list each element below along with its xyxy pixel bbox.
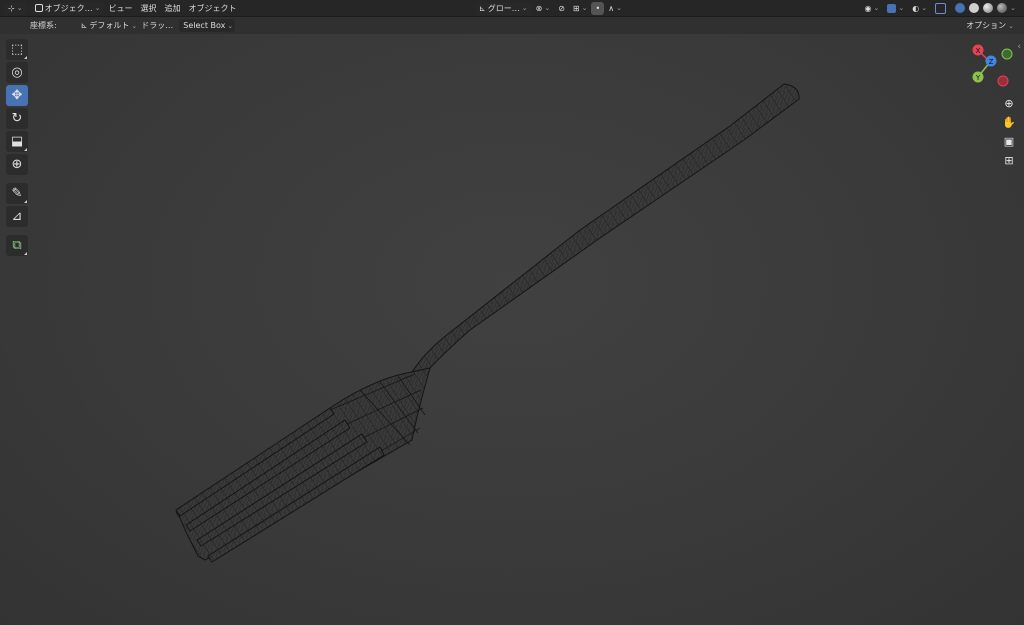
cursor-tool[interactable]: ◎	[6, 62, 28, 83]
select-cursor-icon: ⬚	[10, 42, 24, 57]
move-icon: ✥	[11, 88, 23, 103]
menu-select-label: 選択	[140, 3, 157, 13]
perspective-button[interactable]: ⊞	[1001, 152, 1017, 168]
grid-icon: ⊞	[1004, 153, 1014, 167]
scale-tool[interactable]: ⬓	[6, 131, 28, 152]
menu-select[interactable]: 選択	[136, 2, 160, 15]
pivot-icon: ⊗	[535, 3, 543, 13]
shading-buttons[interactable]: ⌄	[950, 2, 1020, 15]
hand-icon: ✋	[1002, 115, 1016, 129]
toolbar: ⬚ ◎ ✥ ↻ ⬓ ⊕ ✎ ⊿ ⧉	[6, 39, 30, 256]
coord-system-select[interactable]: ⊾ デフォルト ⌄	[77, 19, 142, 32]
drag-label: ドラッ…	[141, 21, 174, 30]
chevron-left-icon[interactable]: ‹	[1017, 42, 1021, 52]
editor-type-button[interactable]: ⊹ ⌄	[4, 1, 27, 15]
measure-tool[interactable]: ⊿	[6, 206, 28, 227]
chevron-down-icon: ⌄	[898, 4, 905, 12]
chevron-down-icon: ⌄	[94, 4, 101, 12]
options-label: オプション	[966, 21, 1007, 30]
add-cube-tool[interactable]: ⧉	[6, 235, 28, 256]
mode-label: オブジェク…	[44, 3, 93, 13]
rendered-shading-icon[interactable]	[997, 3, 1008, 13]
chevron-down-icon: ⌄	[1010, 4, 1016, 12]
chevron-down-icon: ⌄	[227, 21, 234, 30]
pivot-point-button[interactable]: ⊗ ⌄	[532, 2, 555, 15]
viewport-header: ⊹ ⌄ オブジェク… ⌄ ビュー 選択 追加 オブジェクト ⊾ グロー… ⌄ ⊗ ⌄…	[0, 0, 1024, 17]
proportional-edit-icon: •	[595, 3, 601, 13]
menu-add[interactable]: 追加	[160, 2, 184, 15]
chevron-down-icon: ⌄	[873, 4, 880, 12]
select-box-tool[interactable]: ⬚	[6, 39, 28, 60]
pan-button[interactable]: ✋	[1001, 114, 1017, 130]
gizmo-toggle[interactable]: ⌄	[883, 2, 908, 15]
chevron-down-icon: ⌄	[544, 4, 551, 12]
menu-object-label: オブジェクト	[188, 3, 237, 13]
camera-button[interactable]: ▣	[1001, 133, 1017, 149]
axis-neg-y-icon	[1001, 48, 1013, 60]
eye-icon: ◉	[864, 3, 872, 13]
solid-shading-icon[interactable]	[969, 3, 980, 13]
chevron-down-icon: ⌄	[16, 4, 23, 12]
transform-label: グロー…	[487, 3, 520, 13]
magnet-icon: ⊘	[558, 3, 565, 13]
orientation-icon: ⊾	[479, 3, 486, 13]
wireframe-shading-icon[interactable]	[955, 3, 966, 13]
rotate-icon: ↻	[11, 111, 23, 126]
proportional-edit-toggle[interactable]: •	[591, 1, 605, 15]
scale-icon: ⬓	[10, 134, 24, 149]
zoom-button[interactable]: ⊕	[1001, 95, 1017, 111]
orientation-icon: ⊾	[80, 21, 88, 30]
menu-view-label: ビュー	[108, 3, 133, 13]
pencil-icon: ✎	[11, 186, 23, 201]
chevron-down-icon: ⌄	[131, 21, 138, 30]
annotate-tool[interactable]: ✎	[6, 183, 28, 204]
snap-grid-icon: ⊞	[572, 3, 580, 13]
visibility-button[interactable]: ◉ ⌄	[861, 2, 884, 15]
fork-mesh[interactable]	[0, 0, 1024, 625]
tool-settings-header: 座標系: ⊾ デフォルト ⌄ ドラッ… Select Box ⌄ オプション ⌄	[0, 17, 1024, 34]
axis-x-label: X	[976, 47, 981, 55]
rotate-tool[interactable]: ↻	[6, 108, 28, 129]
coord-system-label: 座標系:	[30, 21, 57, 30]
transform-icon: ⊕	[11, 157, 23, 172]
menu-object[interactable]: オブジェクト	[184, 2, 240, 15]
navigation-gizmo[interactable]: X Y Z	[964, 40, 1014, 90]
mode-select[interactable]: オブジェク… ⌄	[30, 1, 105, 15]
falloff-icon: ∧	[608, 3, 615, 13]
menu-view[interactable]: ビュー	[104, 2, 136, 15]
editor-type-icon: ⊹	[8, 3, 15, 13]
ruler-icon: ⊿	[11, 209, 23, 224]
options-button[interactable]: オプション ⌄	[962, 19, 1018, 32]
drag-select[interactable]: Select Box ⌄	[179, 19, 236, 32]
transform-tool[interactable]: ⊕	[6, 154, 28, 175]
xray-icon	[935, 2, 947, 14]
axis-z-label: Z	[989, 58, 994, 66]
chevron-down-icon: ⌄	[581, 4, 588, 12]
axis-y-label: Y	[975, 74, 981, 82]
snap-target-button[interactable]: ⊞ ⌄	[569, 2, 592, 15]
move-tool[interactable]: ✥	[6, 85, 28, 106]
chevron-down-icon: ⌄	[616, 4, 622, 12]
overlays-icon: ◐	[912, 3, 920, 13]
navigation-buttons: ⊕ ✋ ▣ ⊞	[1000, 95, 1018, 168]
add-cube-icon: ⧉	[12, 238, 22, 253]
snap-toggle[interactable]: ⊘	[554, 2, 569, 15]
axis-neg-x-icon	[997, 75, 1009, 87]
falloff-button[interactable]: ∧ ⌄	[604, 2, 626, 15]
gizmo-icon	[887, 3, 897, 13]
chevron-down-icon: ⌄	[1008, 21, 1014, 30]
chevron-down-icon: ⌄	[521, 4, 528, 12]
camera-icon: ▣	[1003, 134, 1015, 148]
cursor-icon: ◎	[11, 65, 23, 80]
overlays-toggle[interactable]: ◐ ⌄	[908, 2, 931, 15]
xray-toggle[interactable]	[931, 2, 950, 15]
coord-system-value: デフォルト	[89, 21, 130, 30]
chevron-down-icon: ⌄	[921, 4, 928, 12]
zoom-icon: ⊕	[1004, 96, 1014, 110]
material-shading-icon[interactable]	[983, 3, 994, 13]
object-mode-icon	[34, 4, 43, 12]
drag-value: Select Box	[183, 21, 226, 30]
transform-orientation-select[interactable]: ⊾ グロー… ⌄	[475, 1, 532, 15]
menu-add-label: 追加	[164, 3, 181, 13]
